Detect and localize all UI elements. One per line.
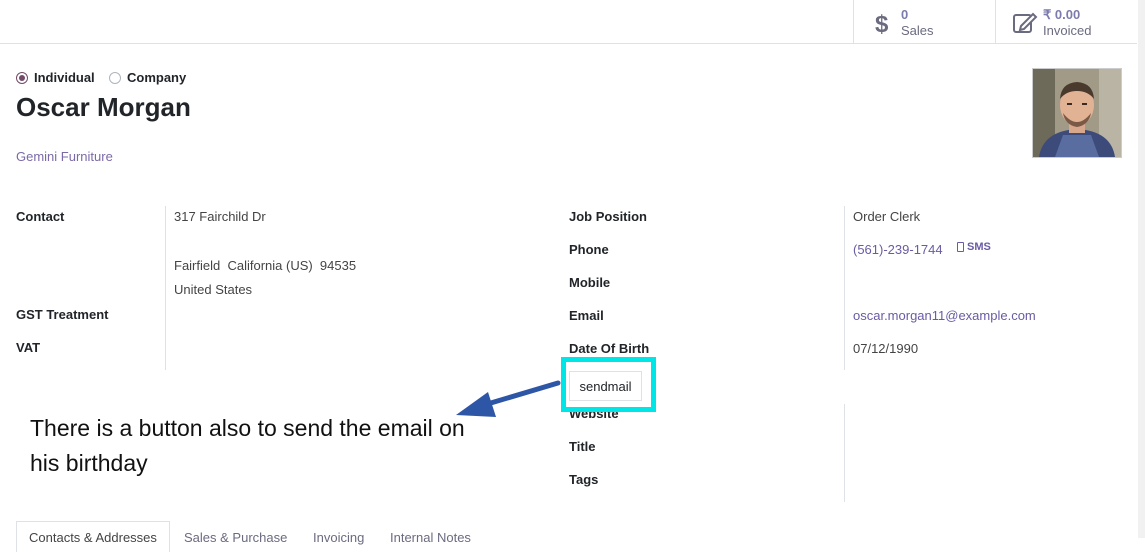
individual-radio[interactable]: Individual bbox=[16, 70, 95, 85]
job-position-field[interactable]: Order Clerk bbox=[853, 209, 920, 224]
invoiced-amount: ₹ 0.00 bbox=[1043, 7, 1081, 22]
dollar-icon: $ bbox=[875, 11, 889, 36]
street-field[interactable]: 317 Fairchild Dr bbox=[174, 209, 266, 224]
radio-checked-icon bbox=[16, 71, 28, 84]
parent-company-link[interactable]: Gemini Furniture bbox=[16, 149, 113, 164]
svg-text:$: $ bbox=[875, 11, 889, 36]
sales-label: Sales bbox=[901, 23, 934, 38]
mobile-phone-icon bbox=[957, 242, 964, 252]
sales-count: 0 bbox=[901, 7, 909, 22]
mobile-label: Mobile bbox=[569, 275, 611, 290]
avatar[interactable] bbox=[1032, 68, 1122, 158]
vat-label: VAT bbox=[16, 340, 41, 355]
sales-smart-button[interactable]: $ 0 Sales bbox=[853, 0, 996, 43]
sendmail-button[interactable]: sendmail bbox=[569, 371, 642, 401]
phone-label: Phone bbox=[569, 242, 609, 257]
gst-treatment-label: GST Treatment bbox=[16, 307, 109, 322]
contact-name[interactable]: Oscar Morgan bbox=[16, 92, 191, 123]
title-label: Title bbox=[569, 439, 596, 454]
notebook-tabs: Contacts & Addresses Sales & Purchase In… bbox=[16, 521, 1137, 552]
tab-contacts-addresses[interactable]: Contacts & Addresses bbox=[16, 521, 170, 552]
individual-label: Individual bbox=[34, 70, 95, 85]
annotation-text: There is a button also to send the email… bbox=[30, 415, 465, 476]
country-field[interactable]: United States bbox=[174, 282, 252, 297]
edit-invoice-icon bbox=[1013, 12, 1038, 33]
vertical-scrollbar[interactable] bbox=[1138, 0, 1145, 538]
right-group-divider-lower bbox=[844, 404, 845, 502]
date-of-birth-field[interactable]: 07/12/1990 bbox=[853, 341, 918, 356]
email-label: Email bbox=[569, 308, 604, 323]
left-group-divider bbox=[165, 206, 166, 370]
invoiced-smart-button[interactable]: ₹ 0.00 Invoiced bbox=[995, 0, 1138, 43]
tags-label: Tags bbox=[569, 472, 599, 487]
sms-button[interactable]: SMS bbox=[957, 241, 991, 253]
invoiced-label: Invoiced bbox=[1043, 23, 1092, 38]
date-of-birth-label: Date Of Birth bbox=[569, 341, 650, 356]
radio-unchecked-icon bbox=[109, 71, 121, 84]
right-group-divider bbox=[844, 206, 845, 370]
email-field[interactable]: oscar.morgan11@example.com bbox=[853, 308, 1036, 323]
smart-button-bar: $ 0 Sales ₹ 0.00 Invoiced bbox=[0, 0, 1137, 44]
company-label: Company bbox=[127, 70, 187, 85]
phone-field[interactable]: (561)-239-1744 bbox=[853, 242, 943, 257]
company-radio[interactable]: Company bbox=[109, 70, 186, 85]
city-state-zip-field[interactable]: Fairfield California (US) 94535 bbox=[174, 258, 356, 273]
avatar-image bbox=[1033, 69, 1121, 157]
contact-label: Contact bbox=[16, 209, 65, 224]
sms-label: SMS bbox=[967, 241, 991, 253]
job-position-label: Job Position bbox=[569, 209, 647, 224]
